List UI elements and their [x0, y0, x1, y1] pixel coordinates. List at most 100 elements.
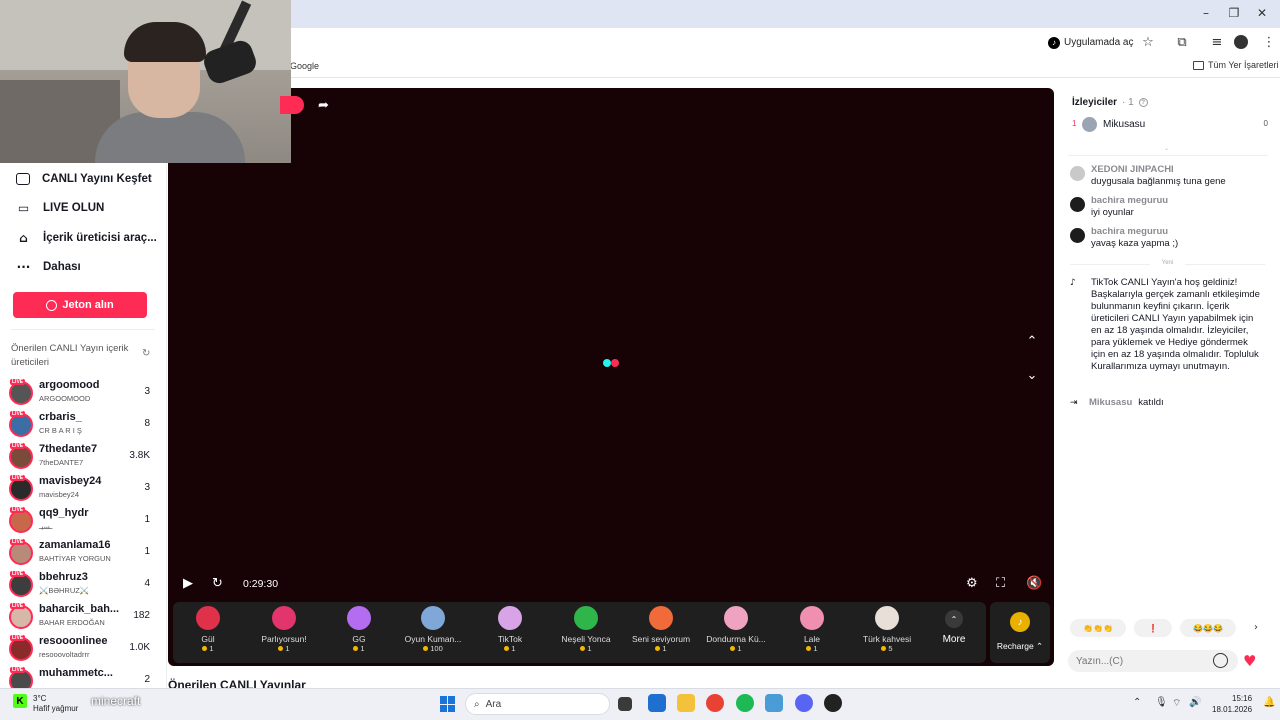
bookmark-google[interactable]: Google — [290, 61, 319, 71]
network-icon[interactable]: ⌔ — [1172, 697, 1181, 710]
chat-text: iyi oyunlar — [1091, 207, 1134, 218]
gift-name: TikTok — [497, 634, 523, 644]
search-icon: ⌕ — [474, 698, 480, 710]
live-badge: LIVE — [10, 411, 26, 417]
nav-explore-live[interactable]: CANLI Yayını Keşfet — [16, 169, 152, 189]
avatar — [1070, 166, 1085, 181]
more-label: More — [942, 634, 966, 645]
gift-item[interactable]: Oyun Kuman... 100 — [398, 606, 468, 660]
all-bookmarks[interactable]: Tüm Yer İşaretleri — [1193, 60, 1279, 70]
live-host-pill[interactable] — [280, 96, 304, 114]
heart-icon[interactable]: ♥ — [1243, 652, 1256, 670]
creator-item[interactable]: LIVE argoomood ARGOOMOOD 3 — [9, 379, 154, 407]
star-icon[interactable]: ☆ — [1139, 33, 1157, 51]
viewer-row[interactable]: 1 Mikusasu 0 — [1072, 117, 1268, 133]
creator-name: qq9_hydr — [39, 507, 89, 519]
obs-icon[interactable] — [824, 694, 842, 712]
creator-item[interactable]: LIVE baharcik_bah... BAHAR ERDOĞAN 182 — [9, 603, 154, 631]
creator-item[interactable]: LIVE muhammetc... 2 — [9, 667, 154, 688]
nav-go-live[interactable]: ▭ LIVE OLUN — [16, 198, 105, 218]
more-gifts-button[interactable]: ⌃ More — [937, 610, 971, 645]
app-icon[interactable] — [765, 694, 783, 712]
gift-name: Türk kahvesi — [862, 634, 912, 644]
chat-input[interactable] — [1076, 653, 1206, 669]
gift-item[interactable]: Seni seviyorum 1 — [626, 606, 696, 660]
refresh-icon[interactable]: ↻ — [142, 348, 150, 359]
gift-price: 1 — [701, 644, 771, 653]
store-icon[interactable] — [648, 694, 666, 712]
live-badge: LIVE — [10, 443, 26, 449]
open-in-app-button[interactable]: ♪ Uygulamada aç — [1048, 34, 1133, 51]
share-icon[interactable]: ➦ — [318, 98, 329, 113]
volume-icon[interactable]: 🔊 — [1189, 697, 1201, 708]
gift-item[interactable]: Dondurma Kü... 1 — [701, 606, 771, 660]
quick-reaction-exclaim[interactable]: ❗ — [1134, 619, 1172, 637]
creator-item[interactable]: LIVE 7thedante7 7theDANTE7 3.8K — [9, 443, 154, 471]
chrome-icon[interactable] — [706, 694, 724, 712]
settings-icon[interactable]: ⚙ — [966, 576, 978, 591]
windows-taskbar — [0, 688, 1280, 720]
chevron-down-icon[interactable]: ⌄ — [1025, 368, 1039, 383]
creator-item[interactable]: LIVE bbehruz3 ⚔️BƏHRUZ⚔️ 4 — [9, 571, 154, 599]
live-video-player[interactable] — [168, 88, 1054, 666]
gift-item[interactable]: GG 1 — [324, 606, 394, 660]
chat-text: yavaş kaza yapma ;) — [1091, 238, 1179, 249]
minimize-icon[interactable]: – — [1196, 6, 1216, 22]
info-icon[interactable]: ? — [1138, 98, 1148, 107]
gift-item[interactable]: Lale 1 — [777, 606, 847, 660]
gift-item[interactable]: TikTok 1 — [475, 606, 545, 660]
quick-reaction-laugh[interactable]: 😂😂😂 — [1180, 619, 1236, 637]
notifications-icon[interactable]: 🔔 — [1263, 697, 1275, 708]
chat-username[interactable]: bachira meguruu — [1091, 195, 1168, 206]
creator-item[interactable]: LIVE qq9_hydr ـسيـ 1 — [9, 507, 154, 535]
gift-item[interactable]: Türk kahvesi 5 — [852, 606, 922, 660]
coin-icon — [730, 646, 736, 651]
chevron-up-icon: ⌃ — [945, 610, 963, 628]
replay-icon[interactable]: ↻ — [212, 576, 223, 591]
viewers-header[interactable]: İzleyiciler · 1 ? — [1072, 97, 1148, 108]
creator-item[interactable]: LIVE resooonlinee resooovoltadrrr 1.0K — [9, 635, 154, 663]
play-icon[interactable]: ▶ — [183, 576, 193, 591]
taskbar-search[interactable]: ⌕ Ara — [465, 693, 610, 715]
profile-avatar[interactable] — [1234, 35, 1248, 49]
chevron-down-icon[interactable]: ⌄ — [1164, 145, 1169, 152]
discord-icon[interactable] — [795, 694, 813, 712]
taskbar-clock[interactable]: 15:16 18.01.2026 — [1212, 693, 1252, 715]
gift-item[interactable]: Neşeli Yonca 1 — [551, 606, 621, 660]
extensions-icon[interactable]: ⧉ — [1173, 33, 1191, 51]
spotify-icon[interactable] — [736, 694, 754, 712]
gift-price: 1 — [173, 644, 243, 653]
coin-icon — [881, 646, 887, 651]
quick-reaction-clap[interactable]: 👏👏👏 — [1070, 619, 1126, 637]
file-explorer-icon[interactable] — [677, 694, 695, 712]
chevron-up-icon[interactable]: ⌃ — [1025, 334, 1039, 349]
mute-icon[interactable]: 🔇 — [1026, 576, 1042, 591]
chevron-right-icon[interactable]: › — [1254, 622, 1258, 633]
creator-item[interactable]: LIVE crbaris_ CR B A R I Ş 8 — [9, 411, 154, 439]
chat-username[interactable]: bachira meguruu — [1091, 226, 1168, 237]
menu-dots-icon[interactable]: ⋮ — [1260, 33, 1278, 51]
gift-price: 1 — [249, 644, 319, 653]
get-coins-button[interactable]: Jeton alın — [13, 292, 147, 318]
close-icon[interactable]: ✕ — [1252, 6, 1272, 22]
creator-nickname: BAHTİYAR YORGUN — [39, 554, 111, 563]
kick-overlay: K minecraft — [13, 693, 140, 709]
recharge-button[interactable]: ♪ Recharge ⌃ — [990, 602, 1050, 663]
gift-item[interactable]: Gül 1 — [173, 606, 243, 660]
creator-name: argoomood — [39, 379, 100, 391]
tray-overflow-icon[interactable]: ⌃ — [1133, 697, 1141, 708]
nav-more[interactable]: ··· Dahası — [16, 257, 81, 277]
creator-item[interactable]: LIVE zamanlama16 BAHTİYAR YORGUN 1 — [9, 539, 154, 567]
fullscreen-icon[interactable]: ⛶ — [996, 576, 1005, 591]
task-view-icon[interactable] — [618, 697, 632, 711]
restore-icon[interactable]: ❐ — [1224, 6, 1244, 22]
media-icon[interactable]: ≡ — [1208, 33, 1226, 51]
joined-username[interactable]: Mikusasu — [1089, 397, 1132, 408]
emoji-icon[interactable] — [1213, 653, 1228, 668]
creator-item[interactable]: LIVE mavisbey24 mavisbey24 3 — [9, 475, 154, 503]
gift-item[interactable]: Parlıyorsun! 1 — [249, 606, 319, 660]
chat-username[interactable]: XEDONI JINPACHI — [1091, 164, 1174, 175]
microphone-icon[interactable]: 🎙 — [1155, 697, 1168, 708]
windows-start-icon[interactable] — [440, 696, 456, 712]
nav-creator-tools[interactable]: ⌂ İçerik üreticisi araç... — [16, 228, 157, 248]
